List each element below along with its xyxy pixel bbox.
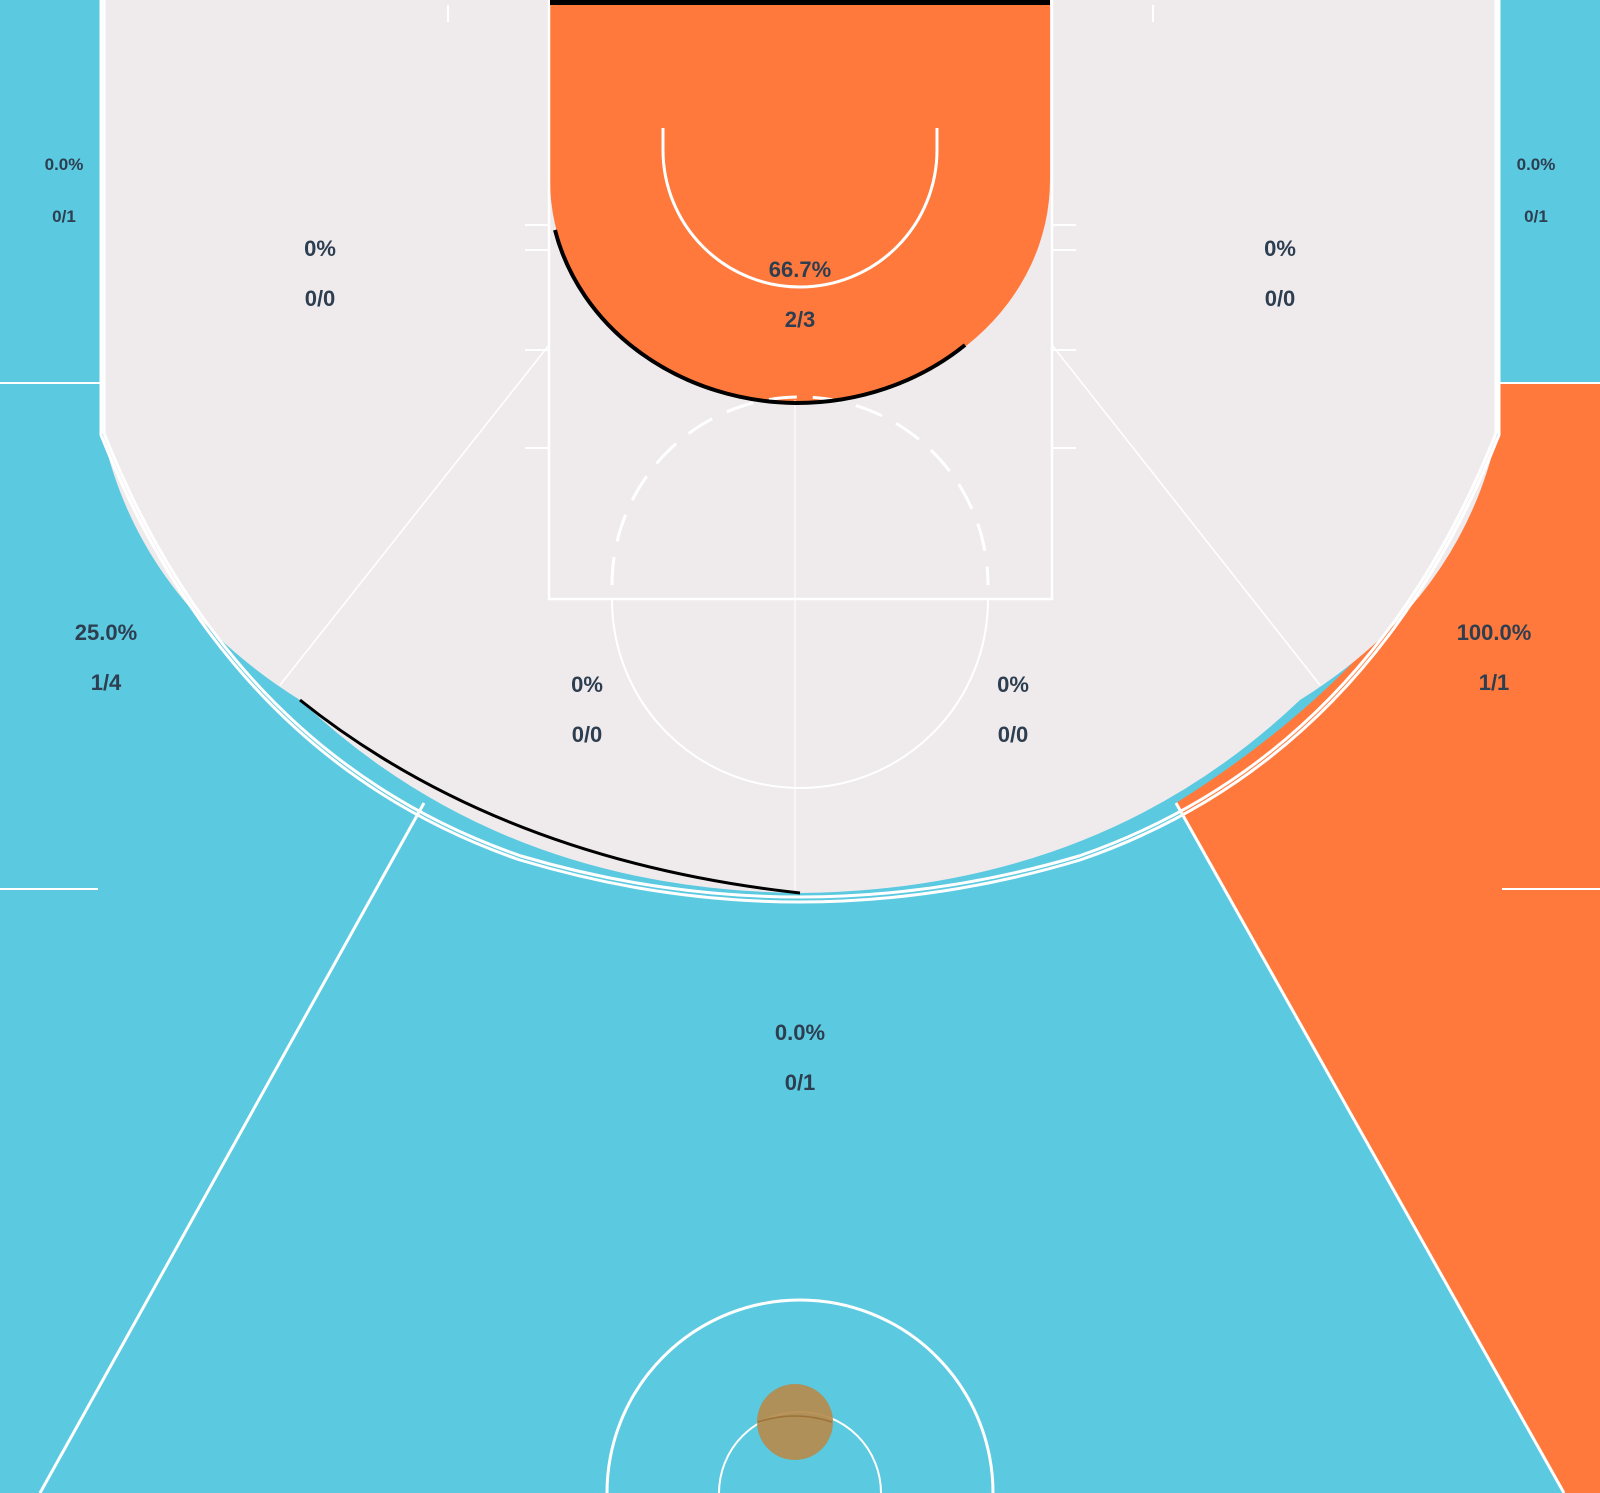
pct-right-corner-three: 0.0%	[1517, 155, 1556, 174]
zone-right-corner-three	[1499, 0, 1600, 383]
fgm-left-wing-three: 1/4	[91, 670, 122, 695]
shot-zone-court: 66.7% 2/3 0% 0/0 0% 0/0 0% 0/0 0% 0/0 0.…	[0, 0, 1600, 1493]
fgm-left-corner-three: 0/1	[52, 207, 76, 226]
pct-mid-right-elbow: 0%	[997, 672, 1029, 697]
fgm-right-wing-three: 1/1	[1479, 670, 1510, 695]
pct-left-corner-three: 0.0%	[45, 155, 84, 174]
pct-restricted-area: 66.7%	[769, 257, 831, 282]
basketball-icon	[757, 1384, 833, 1460]
pct-right-wing-three: 100.0%	[1457, 620, 1532, 645]
fgm-mid-right-elbow: 0/0	[998, 722, 1029, 747]
fgm-mid-right-baseline: 0/0	[1265, 286, 1296, 311]
pct-mid-right-baseline: 0%	[1264, 236, 1296, 261]
pct-mid-left-baseline: 0%	[304, 236, 336, 261]
zone-left-corner-three	[0, 0, 101, 383]
fgm-top-of-key-three: 0/1	[785, 1070, 816, 1095]
fgm-restricted-area: 2/3	[785, 307, 816, 332]
pct-left-wing-three: 25.0%	[75, 620, 137, 645]
pct-mid-left-elbow: 0%	[571, 672, 603, 697]
fgm-mid-left-baseline: 0/0	[305, 286, 336, 311]
pct-top-of-key-three: 0.0%	[775, 1020, 825, 1045]
fgm-right-corner-three: 0/1	[1524, 207, 1548, 226]
fgm-mid-left-elbow: 0/0	[572, 722, 603, 747]
